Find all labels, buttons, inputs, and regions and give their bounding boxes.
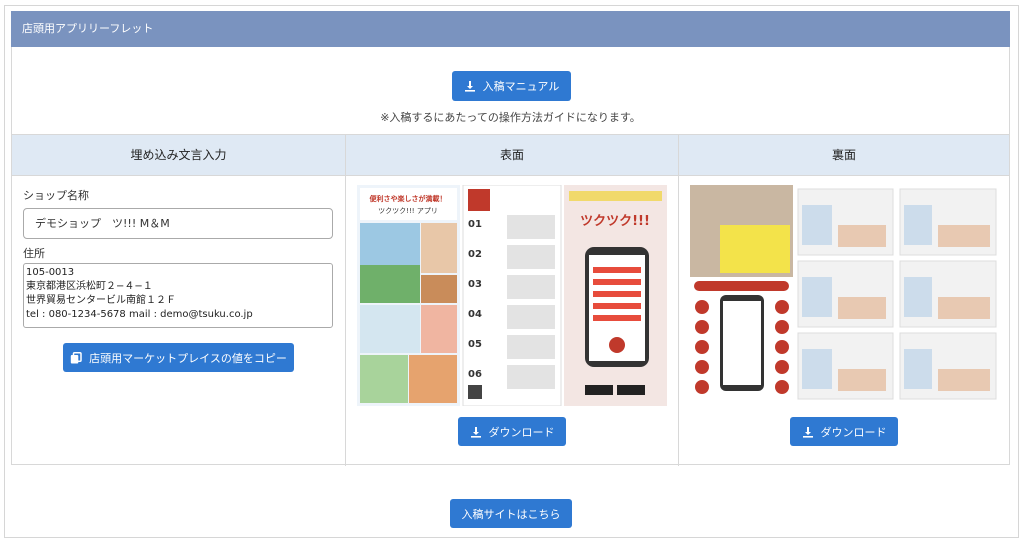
front-preview-image: 便利さや楽しさが満載！ ツクツク!!! アプリ 01 02 03 04 05 0…: [357, 185, 667, 406]
download-icon: [802, 426, 814, 438]
back-download-button[interactable]: ダウンロード: [790, 417, 898, 446]
manual-button-label: 入稿マニュアル: [482, 80, 560, 93]
front-download-label: ダウンロード: [488, 425, 555, 439]
address-label: 住所: [23, 247, 45, 260]
download-icon: [470, 426, 482, 438]
back-column: 裏面 ダウンロード: [678, 135, 1009, 466]
svg-text:01: 01: [468, 219, 482, 230]
svg-text:04: 04: [468, 309, 482, 320]
submission-site-label: 入稿サイトはこちら: [461, 507, 561, 521]
submission-site-button[interactable]: 入稿サイトはこちら: [450, 499, 572, 528]
front-column: 表面 便利さや楽しさが満載！ ツクツク!!! アプリ 01 02 03 04 0…: [345, 135, 678, 466]
front-brand-text: ツクツク!!!: [580, 214, 650, 229]
address-textarea[interactable]: 105-0013 東京都港区浜松町２−４−１ 世界貿易センタービル南館１２Ｆ t…: [23, 263, 333, 328]
shop-name-input[interactable]: デモショップ ツ!!! M＆M: [23, 208, 333, 239]
download-icon: [464, 80, 476, 92]
shop-name-label: ショップ名称: [23, 189, 89, 202]
leaflet-table: 埋め込み文言入力 ショップ名称 デモショップ ツ!!! M＆M 住所 105-0…: [12, 134, 1009, 466]
svg-text:03: 03: [468, 279, 482, 290]
back-column-title: 裏面: [679, 135, 1009, 176]
copy-marketplace-button[interactable]: 店頭用マーケットプレイスの値をコピー: [63, 343, 294, 372]
front-download-button[interactable]: ダウンロード: [458, 417, 566, 446]
leaflet-panel: 入稿マニュアル ※入稿するにあたっての操作方法ガイドになります。 埋め込み文言入…: [11, 47, 1010, 466]
svg-text:02: 02: [468, 249, 482, 260]
copy-icon: [70, 351, 82, 364]
section-title: 店頭用アプリリーフレット: [22, 22, 154, 35]
back-preview-image: [690, 185, 1000, 406]
copy-button-label: 店頭用マーケットプレイスの値をコピー: [89, 351, 287, 365]
embed-column: 埋め込み文言入力 ショップ名称 デモショップ ツ!!! M＆M 住所 105-0…: [12, 135, 345, 466]
embed-column-title: 埋め込み文言入力: [12, 135, 345, 176]
section-header: 店頭用アプリリーフレット: [11, 11, 1010, 47]
manual-button[interactable]: 入稿マニュアル: [452, 71, 571, 101]
svg-text:便利さや楽しさが満載！: 便利さや楽しさが満載！: [370, 194, 447, 203]
svg-text:05: 05: [468, 339, 482, 350]
back-download-label: ダウンロード: [820, 425, 887, 439]
front-column-title: 表面: [346, 135, 678, 176]
svg-text:06: 06: [468, 369, 482, 380]
svg-text:ツクツク!!! アプリ: ツクツク!!! アプリ: [378, 207, 438, 215]
manual-note: ※入稿するにあたっての操作方法ガイドになります。: [380, 111, 641, 124]
